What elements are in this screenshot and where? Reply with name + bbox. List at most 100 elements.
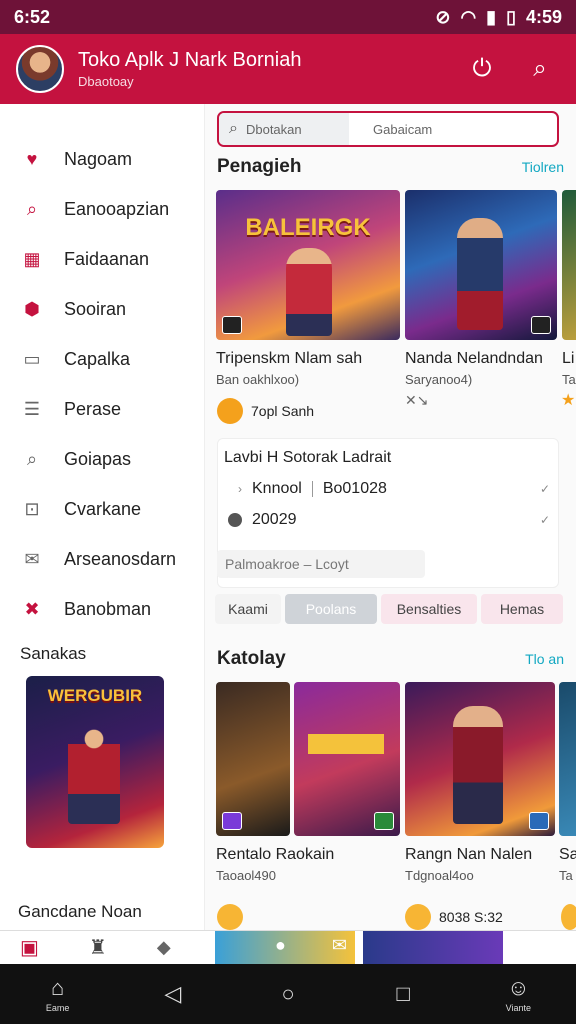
back-button[interactable]: ◁ — [149, 970, 197, 1018]
avatar[interactable] — [16, 45, 64, 93]
person-icon[interactable]: ♜ — [89, 935, 107, 960]
featured-rating: 7opl Sanh — [217, 398, 314, 424]
featured-card-image — [562, 190, 576, 340]
home-button[interactable]: ○ — [264, 970, 312, 1018]
profile-tab-label: Viante — [505, 1003, 532, 1013]
panel-row[interactable]: › Knnool Bo01028 ✓ — [218, 467, 558, 498]
calendar-icon[interactable]: ▣ — [20, 935, 39, 960]
featured-art-title: BALEIRGK — [245, 214, 371, 241]
catalog-card-image — [216, 682, 290, 836]
card-title: Rentalo Raokain — [216, 846, 335, 863]
card-title: Sa — [559, 846, 576, 863]
wifi-icon: ◠ — [460, 6, 477, 27]
row-label: Knnool — [252, 480, 302, 497]
card-subtitle: Ta — [562, 372, 576, 387]
back-icon: ◁ — [164, 981, 182, 1006]
row-arrow-icon: › — [238, 482, 242, 496]
profile-tab[interactable]: ☺ Viante — [494, 970, 542, 1018]
shield-icon: ⬢ — [24, 298, 40, 319]
sidebar-item-arseanosdarn[interactable]: ✉ Arseanosdarn — [0, 534, 204, 584]
search-icon: ⌕ — [229, 120, 238, 137]
sidebar-item-nagoam[interactable]: ♥ Nagoam — [0, 134, 204, 184]
power-icon: ⏻ — [472, 55, 492, 82]
crown-icon — [217, 398, 243, 424]
sidebar-item-perase[interactable]: ☰ Perase — [0, 384, 204, 434]
row-divider — [311, 481, 313, 497]
catalog-rating — [561, 904, 576, 930]
document-icon: ▭ — [23, 348, 41, 369]
status-time: 6:52 — [14, 6, 51, 27]
rating-text: 8038 S:32 — [439, 909, 503, 925]
check-icon: ✓ — [539, 482, 550, 496]
home-tab[interactable]: ⌂ Eame — [34, 970, 82, 1018]
chip-hemas[interactable]: Hemas — [481, 594, 563, 624]
sidebar-item-cvarkane[interactable]: ⊡ Cvarkane — [0, 484, 204, 534]
card-subtitle: Saryanoo4) — [405, 372, 473, 387]
emoji-icon — [217, 904, 243, 930]
recents-button[interactable]: □ — [379, 970, 427, 1018]
mail-icon: ✉ — [24, 548, 40, 569]
chip-kaami[interactable]: Kaami — [215, 594, 281, 624]
gift-icon[interactable]: ◆ — [157, 937, 171, 958]
app-bar: Toko Aplk J Nark Borniah Dbaotoay ⏻ ⌕ — [0, 34, 576, 104]
sidebar-item-sooiran[interactable]: ⬢ Sooiran — [0, 284, 204, 334]
bag-icon: ⊡ — [24, 498, 40, 519]
featured-card[interactable]: Li Ta — [562, 190, 576, 387]
sidebar-footer-label: Gancdane Noan — [18, 902, 142, 921]
sidebar-item-eanooapzian[interactable]: ⌕ Eanooapzian — [0, 184, 204, 234]
rating-badge-icon — [529, 812, 549, 830]
catalog-card[interactable]: Rentalo Raokain Taoaol490 — [216, 682, 400, 883]
chat-icon: ● — [275, 934, 286, 955]
catalog-card[interactable]: Rangn Nan Nalen Tdgnoal4oo — [405, 682, 555, 883]
hero-figure — [457, 218, 503, 330]
see-all-link[interactable]: Tiolren — [522, 159, 564, 175]
sidebar-item-label: Arseanosdarn — [64, 548, 177, 569]
search-field-left[interactable]: ⌕ Dbotakan — [219, 113, 349, 145]
sidebar-item-label: Sooiran — [64, 298, 127, 319]
mail-icon: ✉ — [331, 934, 347, 955]
user-icon: ☺ — [507, 975, 530, 1000]
section-title: Katolay — [217, 648, 286, 669]
promo-banner[interactable] — [363, 930, 503, 965]
catalog-card[interactable]: Sa Ta — [559, 682, 576, 883]
radio-icon — [228, 513, 242, 527]
featured-card[interactable]: Nanda Nelandndan Saryanoo4) — [405, 190, 557, 387]
heart-icon: ♥ — [26, 148, 38, 169]
sidebar-item-label: Cvarkane — [64, 498, 142, 519]
panel-row[interactable]: 20029 ✓ — [218, 498, 558, 529]
chip-bensalties[interactable]: Bensalties — [381, 594, 477, 624]
search-field-right[interactable]: Gabaicam — [349, 113, 557, 145]
section-header-featured: Penagieh Tiolren — [217, 156, 564, 178]
grid-icon: ▦ — [23, 248, 41, 269]
account-button[interactable]: ⏻ — [462, 49, 502, 89]
featured-card-image — [405, 190, 557, 340]
search-bar[interactable]: ⌕ Dbotakan Gabaicam — [217, 111, 559, 147]
rating-badge-icon — [531, 316, 551, 334]
hero-figure — [286, 248, 332, 336]
sidebar-item-label: Banobman — [64, 598, 152, 619]
status-bar: 6:52 ⊘ ◠ ▮ ▯ 4:59 — [0, 0, 576, 34]
poster-hero-art — [68, 724, 120, 824]
sidebar-item-banobman[interactable]: ✖ Banobman — [0, 584, 204, 634]
sidebar-item-faidaanan[interactable]: ▦ Faidaanan — [0, 234, 204, 284]
sidebar-promo-poster[interactable]: WERGUBIR — [26, 676, 164, 848]
search-icon: ⌕ — [26, 448, 38, 469]
promo-banner[interactable]: ● ✉ — [215, 930, 355, 965]
star-icon: ★ — [561, 392, 576, 409]
signal-icon: ▮ — [486, 6, 497, 27]
main-content: ⌕ Dbotakan Gabaicam Penagieh Tiolren BAL… — [205, 104, 576, 930]
sidebar-item-capalka[interactable]: ▭ Capalka — [0, 334, 204, 384]
sidebar-item-goiapas[interactable]: ⌕ Goiapas — [0, 434, 204, 484]
filter-chips: Kaami Poolans Bensalties Hemas — [215, 594, 572, 626]
card-subtitle: Tdgnoal4oo — [405, 868, 474, 883]
battery-icon: ▯ — [506, 6, 516, 27]
home-icon: ⌂ — [50, 975, 65, 1000]
panel-input-field[interactable]: Palmoakroe – Lcoyt — [217, 550, 425, 578]
catalog-card-image — [294, 682, 400, 836]
section-title: Penagieh — [217, 156, 302, 177]
chip-poolans[interactable]: Poolans — [285, 594, 377, 624]
see-all-link[interactable]: Tlo an — [525, 651, 564, 667]
poster-title: WERGUBIR — [47, 686, 143, 705]
search-button[interactable]: ⌕ — [520, 49, 560, 89]
featured-card[interactable]: BALEIRGK Tripenskm Nlam sah Ban oakhlxoo… — [216, 190, 400, 387]
